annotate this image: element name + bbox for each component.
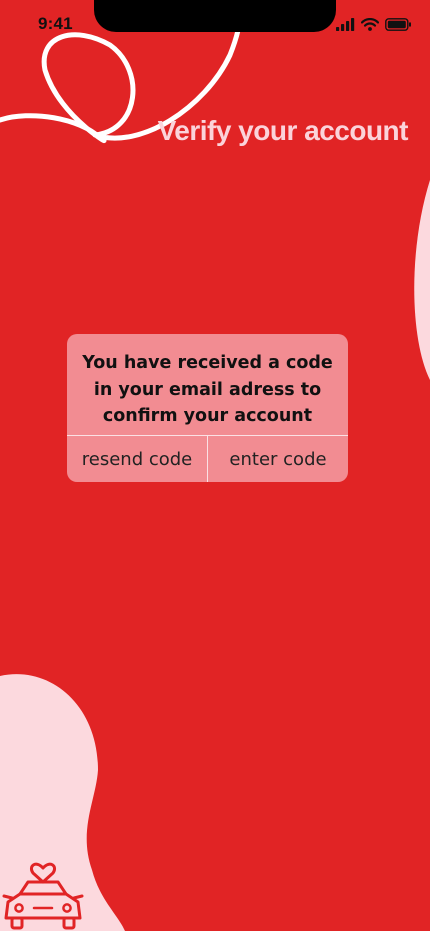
device-notch <box>94 0 336 32</box>
cellular-signal-icon <box>336 17 355 31</box>
verification-dialog: You have received a code in your email a… <box>67 334 348 482</box>
enter-code-button[interactable]: enter code <box>207 436 348 482</box>
status-icons <box>336 16 412 32</box>
resend-code-button[interactable]: resend code <box>67 436 207 482</box>
dialog-message: You have received a code in your email a… <box>82 353 333 426</box>
status-bar: 9:41 <box>0 0 430 50</box>
status-time: 9:41 <box>38 14 73 33</box>
car-heart-icon <box>2 862 84 930</box>
wifi-icon <box>361 17 379 31</box>
battery-icon <box>385 17 411 31</box>
dialog-actions: resend code enter code <box>67 435 348 482</box>
page-title: Verify your account <box>157 115 409 146</box>
right-blob <box>414 180 430 380</box>
